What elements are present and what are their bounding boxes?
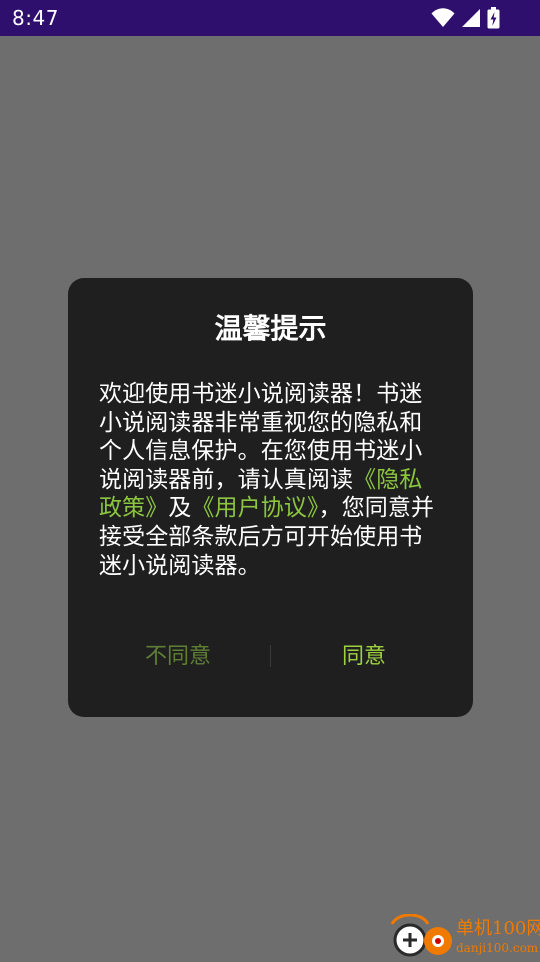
agree-button[interactable]: 同意: [294, 636, 434, 678]
status-time: 8:47: [12, 6, 59, 30]
watermark-url: danji100.com: [456, 941, 539, 955]
status-icons: [431, 7, 500, 29]
wifi-icon: [431, 8, 455, 28]
watermark: 单机100网 danji100.com: [388, 912, 540, 960]
disagree-button[interactable]: 不同意: [108, 636, 248, 678]
watermark-title: 单机100网: [456, 918, 540, 939]
dialog-message: 欢迎使用书迷小说阅读器！书迷小说阅读器非常重视您的隐私和个人信息保护。在您使用书…: [99, 380, 441, 580]
user-agreement-link[interactable]: 《用户协议》: [191, 495, 318, 521]
privacy-dialog: 温馨提示 欢迎使用书迷小说阅读器！书迷小说阅读器非常重视您的隐私和个人信息保护。…: [68, 278, 473, 717]
battery-charging-icon: [487, 7, 500, 29]
dialog-title: 温馨提示: [214, 312, 327, 345]
dialog-buttons: 不同意 同意: [68, 636, 473, 678]
status-bar: 8:47: [0, 0, 540, 36]
button-divider: [270, 645, 271, 667]
message-text-and: 及: [168, 495, 192, 522]
watermark-logo-icon: [388, 913, 454, 958]
signal-icon: [461, 8, 481, 28]
